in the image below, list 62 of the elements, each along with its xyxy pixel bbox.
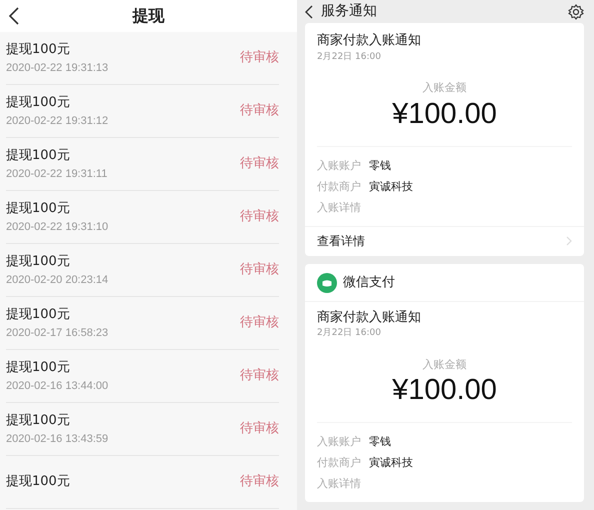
field-label: 入账详情: [317, 476, 361, 492]
record-title: 提现100元: [6, 94, 71, 112]
field-value: 寅诚科技: [369, 455, 413, 471]
field-value: 寅诚科技: [369, 178, 413, 195]
amount-value: ¥100.00: [317, 373, 572, 423]
status-label: 待审核: [240, 208, 279, 226]
record-title: 提现100元: [6, 253, 71, 271]
field-label: 入账详情: [317, 200, 361, 216]
record-time: 2020-02-22 19:31:12: [6, 114, 108, 128]
record-time: 2020-02-17 16:58:23: [6, 326, 108, 340]
notification-date: 2月22日 16:00: [317, 327, 382, 340]
notification-date: 2月22日 16:00: [317, 50, 382, 64]
record-row[interactable]: 提现100元 2020-02-17 16:58:23 待审核: [6, 297, 279, 350]
status-label: 待审核: [240, 367, 279, 386]
field-label: 入账账户: [317, 158, 361, 174]
settings-icon[interactable]: [568, 4, 584, 20]
page-title: 提现: [132, 5, 164, 27]
status-label: 待审核: [240, 420, 279, 438]
status-label: 待审核: [240, 155, 279, 174]
record-title: 提现100元: [6, 359, 71, 377]
record-title: 提现100元: [6, 41, 71, 59]
record-row[interactable]: 提现100元 2020-02-16 13:44:00 待审核: [6, 350, 279, 403]
amount-value: ¥100.00: [317, 96, 572, 147]
record-title: 提现100元: [6, 473, 70, 492]
back-icon[interactable]: [8, 6, 20, 26]
record-row[interactable]: 提现100元 2020-02-20 20:23:14 待审核: [6, 244, 279, 297]
field-label: 付款商户: [317, 455, 361, 471]
status-label: 待审核: [240, 314, 279, 332]
field-value: 零钱: [369, 434, 391, 450]
details-link[interactable]: 查看详情: [305, 226, 584, 256]
source-name: 微信支付: [343, 274, 395, 292]
record-time: 2020-02-22 19:31:13: [6, 60, 108, 76]
status-label: 待审核: [240, 261, 279, 280]
status-label: 待审核: [240, 473, 279, 492]
field-value: 零钱: [369, 158, 391, 174]
record-title: 提现100元: [6, 412, 71, 430]
status-label: 待审核: [240, 49, 279, 68]
page-title: 服务通知: [321, 2, 377, 22]
record-row[interactable]: 提现100元 2020-02-22 19:31:11 待审核: [6, 138, 279, 191]
record-time: 2020-02-20 20:23:14: [6, 272, 108, 288]
record-title: 提现100元: [6, 200, 71, 218]
record-row[interactable]: 提现100元 2020-02-22 19:31:10 待审核: [6, 191, 279, 244]
field-label: 付款商户: [317, 178, 361, 195]
record-row[interactable]: 提现100元 2020-02-16 13:43:59 待审核: [6, 403, 279, 456]
record-time: 2020-02-22 19:31:10: [6, 220, 108, 234]
notification-title: 商家付款入账通知: [317, 32, 422, 50]
record-title: 提现100元: [6, 147, 71, 165]
back-icon[interactable]: [305, 4, 313, 19]
record-time: 2020-02-16 13:44:00: [6, 378, 108, 394]
amount-label: 入账金额: [422, 80, 468, 96]
record-title: 提现100元: [6, 306, 71, 324]
record-time: 2020-02-16 13:43:59: [6, 432, 108, 446]
notification-title: 商家付款入账通知: [317, 308, 422, 327]
field-label: 入账账户: [317, 434, 361, 450]
status-label: 待审核: [240, 102, 279, 120]
amount-label: 入账金额: [422, 356, 468, 373]
chevron-icon: [566, 236, 572, 246]
record-row[interactable]: 提现100元 待审核: [6, 456, 279, 509]
record-row[interactable]: 提现100元 2020-02-22 19:31:13 待审核: [6, 32, 279, 85]
record-time: 2020-02-22 19:31:11: [6, 166, 108, 182]
wallet-icon: [317, 273, 337, 294]
record-row[interactable]: 提现100元 2020-02-22 19:31:12 待审核: [6, 85, 279, 138]
